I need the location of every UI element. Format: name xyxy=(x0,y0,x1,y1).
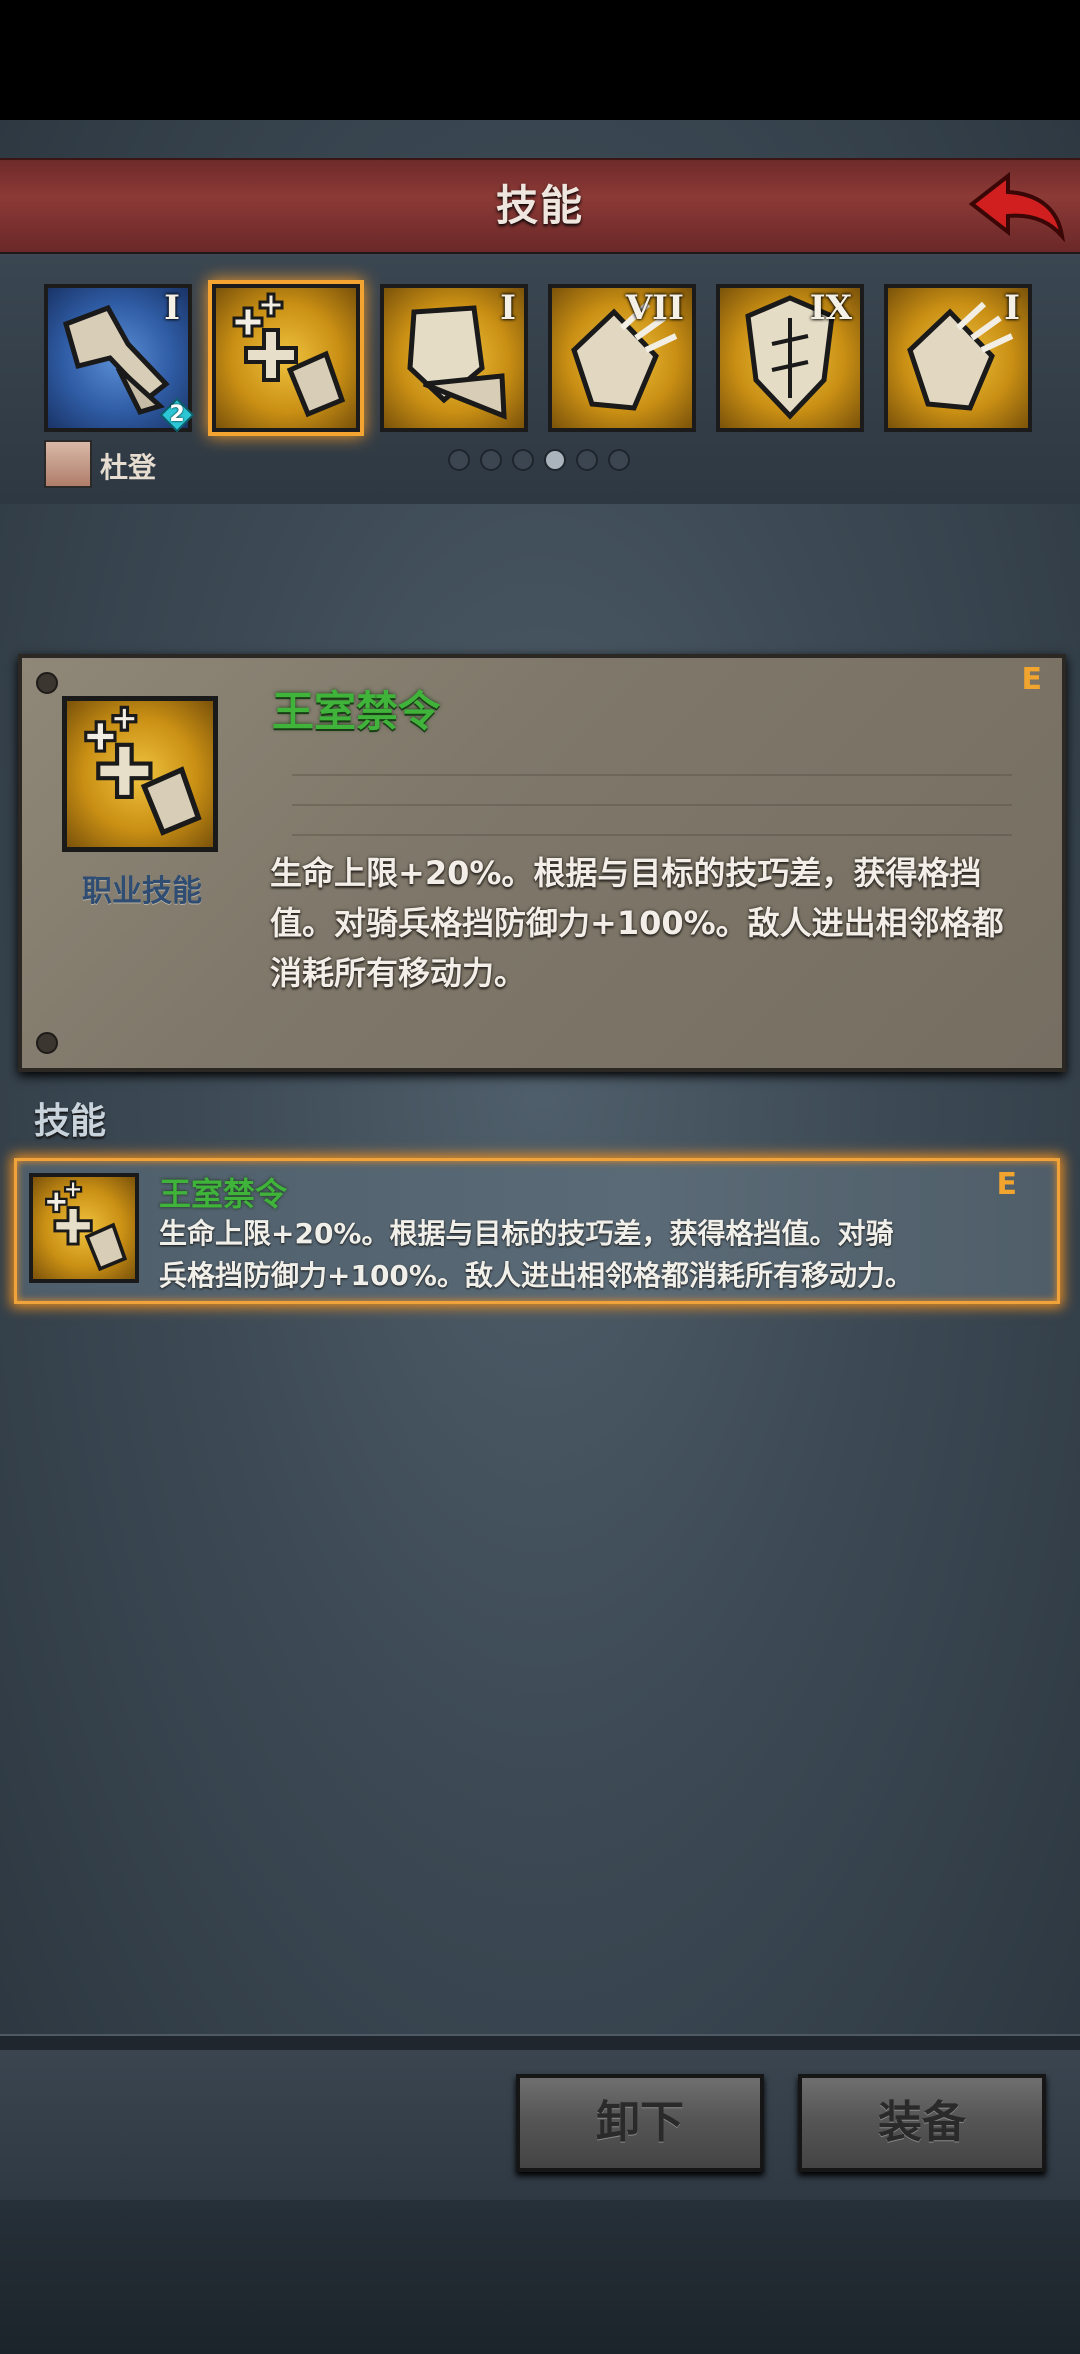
skill-list-icon xyxy=(29,1173,139,1283)
skill-list-name: 王室禁令 xyxy=(159,1175,288,1213)
header-bar: 技能 xyxy=(0,158,1080,256)
skill-category: 职业技能 xyxy=(82,874,202,909)
royal-decree-icon xyxy=(84,705,202,836)
back-arrow-icon[interactable] xyxy=(968,170,1068,242)
avatar xyxy=(44,440,92,488)
skill-name: 王室禁令 xyxy=(272,687,441,736)
decorative-lines xyxy=(292,746,1012,846)
slot-rank: I xyxy=(164,288,180,328)
page-dot[interactable] xyxy=(576,449,598,471)
skill-description: 生命上限+20%。根据与目标的技巧差，获得格挡值。对骑兵格挡防御力+100%。敌… xyxy=(270,854,1004,992)
skill-slot-6[interactable]: I xyxy=(884,284,1032,432)
skill-grade: E xyxy=(1021,662,1043,697)
slot-rank: I xyxy=(500,288,516,328)
skill-list-item[interactable]: 王室禁令 E 生命上限+20%。根据与目标的技巧差，获得格挡值。对骑 兵格挡防御… xyxy=(14,1158,1060,1304)
level-badge: 2 xyxy=(160,398,194,432)
skill-list-description: 生命上限+20%。根据与目标的技巧差，获得格挡值。对骑 兵格挡防御力+100%。… xyxy=(159,1213,1019,1297)
page-dot[interactable] xyxy=(448,449,470,471)
hero-name: 杜登 xyxy=(100,451,157,484)
page-title: 技能 xyxy=(495,181,584,230)
skill-slot-3[interactable]: I xyxy=(380,284,528,432)
page-dot[interactable] xyxy=(608,449,630,471)
skill-detail-icon xyxy=(62,696,218,852)
status-bar-area xyxy=(0,0,1080,120)
skill-slot-strip: I 2 I VII IX I 杜登 xyxy=(0,254,1080,504)
slot-rank: I xyxy=(1004,288,1020,328)
skill-slot-2[interactable] xyxy=(208,280,364,436)
bottom-area xyxy=(0,2200,1080,2354)
royal-decree-icon xyxy=(45,1180,128,1272)
skill-slot-1[interactable]: I 2 xyxy=(44,284,194,432)
equip-button[interactable]: 装备 xyxy=(798,2074,1046,2172)
rivet xyxy=(36,1032,58,1054)
skill-detail-card: 职业技能 王室禁令 E 生命上限+20%。根据与目标的技巧差，获得格挡值。对骑兵… xyxy=(18,654,1066,1072)
page-dot-active[interactable] xyxy=(544,449,566,471)
royal-decree-icon xyxy=(232,292,346,418)
skill-slot-5[interactable]: IX xyxy=(716,284,864,432)
slot-rank: VII xyxy=(625,288,684,328)
slot-rank: IX xyxy=(809,288,852,328)
unequip-button[interactable]: 卸下 xyxy=(516,2074,764,2172)
section-label: 技能 xyxy=(34,1101,107,1142)
skill-list-grade: E xyxy=(996,1167,1018,1202)
rivet xyxy=(36,672,58,694)
page-dot[interactable] xyxy=(512,449,534,471)
skill-slot-4[interactable]: VII xyxy=(548,284,696,432)
description-line: 生命上限+20%。根据与目标的技巧差，获得格挡值。对骑 xyxy=(159,1217,894,1250)
page-dot[interactable] xyxy=(480,449,502,471)
description-line: 兵格挡防御力+100%。敌人进出相邻格都消耗所有移动力。 xyxy=(159,1259,913,1292)
